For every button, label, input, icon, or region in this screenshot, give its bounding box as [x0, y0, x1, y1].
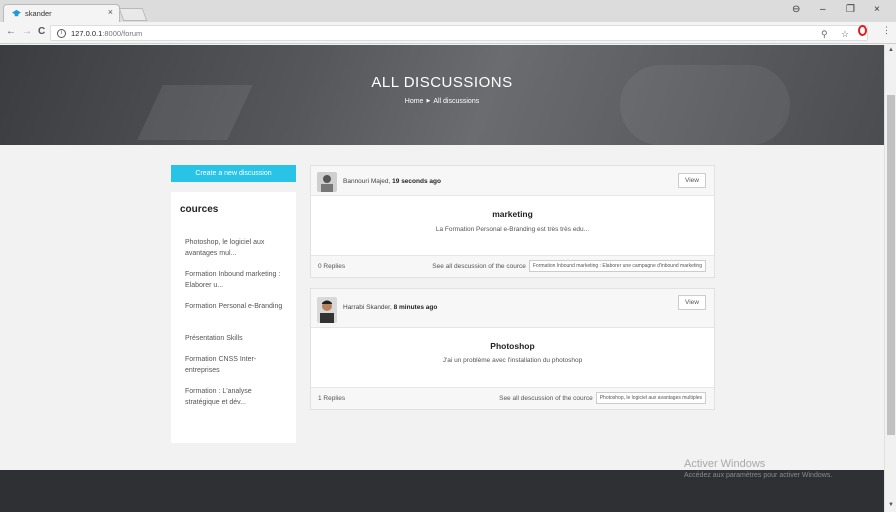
discussion-header: Bannouri Majed, 19 seconds ago View	[311, 166, 714, 196]
breadcrumb: Home ▶ All discussions	[0, 98, 884, 105]
discussion-excerpt: J'ai un problème avec l'installation du …	[442, 357, 583, 364]
discussion-card: Bannouri Majed, 19 seconds ago View mark…	[310, 165, 715, 278]
discussion-author: Harrabi Skander, 8 minutes ago	[343, 304, 437, 311]
browser-tab-strip: skander × ⊖ – ❐ ×	[0, 0, 896, 22]
course-list: Photoshop, le logiciel aux avantages mul…	[185, 237, 285, 418]
account-icon[interactable]: ⊖	[792, 4, 800, 15]
hero-background-shape	[137, 85, 253, 140]
courses-sidebar: cources Photoshop, le logiciel aux avant…	[171, 192, 296, 443]
url-host: 127.0.0.1	[71, 29, 103, 38]
forward-icon[interactable]: →	[22, 26, 32, 37]
replies-count: 0 Replies	[318, 263, 346, 270]
discussion-title: marketing	[492, 209, 533, 219]
post-time: 8 minutes ago	[393, 304, 438, 311]
activation-subtitle: Accédez aux paramètres pour activer Wind…	[684, 472, 833, 479]
see-all-discussions: See all descussion of the cource Photosh…	[499, 392, 706, 404]
page-title: ALL DISCUSSIONS	[371, 74, 513, 91]
breadcrumb-separator-icon: ▶	[426, 98, 431, 104]
course-tag[interactable]: Formation Inbound marketing : Elaborer u…	[528, 260, 706, 272]
new-tab-button[interactable]	[118, 8, 148, 21]
course-item[interactable]: Formation CNSS Inter-entreprises	[185, 354, 285, 386]
tab-title: skander	[25, 9, 52, 18]
discussion-header: Harrabi Skander, 8 minutes ago View	[311, 289, 714, 328]
browser-toolbar: ← → C i 127.0.0.1:8000/forum ⚲ ☆ ⋮	[0, 22, 896, 44]
main-content: Create a new discussion cources Photosho…	[0, 145, 884, 470]
tab-close-icon[interactable]: ×	[108, 7, 113, 17]
zoom-icon[interactable]: ⚲	[821, 29, 828, 40]
restore-icon[interactable]: ❐	[846, 4, 855, 15]
reload-icon[interactable]: C	[38, 26, 45, 37]
discussion-card: Harrabi Skander, 8 minutes ago View Phot…	[310, 288, 715, 410]
avatar	[317, 297, 337, 323]
avatar	[317, 172, 337, 192]
scroll-down-icon[interactable]: ▼	[888, 502, 894, 508]
course-item[interactable]: Formation Personal e-Branding	[185, 301, 285, 333]
graduation-cap-icon	[12, 9, 21, 17]
course-item[interactable]: Présentation Skills	[185, 333, 285, 354]
page-scrollbar[interactable]: ▲ ▼	[884, 45, 896, 512]
window-close-icon[interactable]: ×	[874, 4, 880, 15]
activation-title: Activer Windows	[684, 458, 766, 470]
opera-icon[interactable]	[858, 25, 867, 36]
hero-banner: ALL DISCUSSIONS Home ▶ All discussions	[0, 45, 884, 145]
scroll-up-icon[interactable]: ▲	[888, 47, 894, 53]
browser-menu-icon[interactable]: ⋮	[882, 25, 891, 36]
author-name[interactable]: Bannouri Majed,	[343, 178, 390, 185]
bookmark-star-icon[interactable]: ☆	[841, 29, 849, 40]
discussion-footer: 0 Replies See all descussion of the cour…	[311, 255, 714, 277]
discussion-excerpt: La Formation Personal e-Branding est trè…	[435, 226, 590, 233]
breadcrumb-current: All discussions	[433, 98, 480, 105]
discussion-author: Bannouri Majed, 19 seconds ago	[343, 178, 441, 185]
address-bar[interactable]: i 127.0.0.1:8000/forum ⚲ ☆	[50, 25, 868, 41]
windows-activation-watermark: Activer Windows Accédez aux paramètres p…	[684, 458, 832, 479]
view-button[interactable]: View	[678, 295, 706, 310]
author-name[interactable]: Harrabi Skander,	[343, 304, 392, 311]
see-all-label: See all descussion of the cource	[432, 262, 526, 270]
course-item[interactable]: Photoshop, le logiciel aux avantages mul…	[185, 237, 285, 269]
sidebar-title: cources	[180, 204, 219, 215]
discussion-title: Photoshop	[490, 341, 535, 351]
info-icon[interactable]: i	[57, 29, 66, 38]
replies-count: 1 Replies	[318, 395, 346, 402]
minimize-icon[interactable]: –	[820, 4, 826, 15]
back-icon[interactable]: ←	[6, 26, 16, 37]
url-path: :8000/forum	[102, 29, 143, 38]
browser-tab[interactable]: skander ×	[3, 4, 120, 22]
course-item[interactable]: Formation : L'analyse stratégique et dév…	[185, 386, 285, 418]
course-tag[interactable]: Photoshop, le logiciel aux avantages mul…	[595, 392, 706, 404]
see-all-label: See all descussion of the cource	[499, 394, 593, 402]
discussion-footer: 1 Replies See all descussion of the cour…	[311, 387, 714, 409]
breadcrumb-home[interactable]: Home	[405, 98, 424, 105]
post-time: 19 seconds ago	[392, 178, 441, 185]
course-item[interactable]: Formation Inbound marketing : Elaborer u…	[185, 269, 285, 301]
create-discussion-button[interactable]: Create a new discussion	[171, 165, 296, 182]
url-text: 127.0.0.1:8000/forum	[71, 29, 142, 38]
see-all-discussions: See all descussion of the cource Formati…	[432, 260, 706, 272]
view-button[interactable]: View	[678, 173, 706, 188]
scroll-thumb[interactable]	[887, 95, 895, 435]
